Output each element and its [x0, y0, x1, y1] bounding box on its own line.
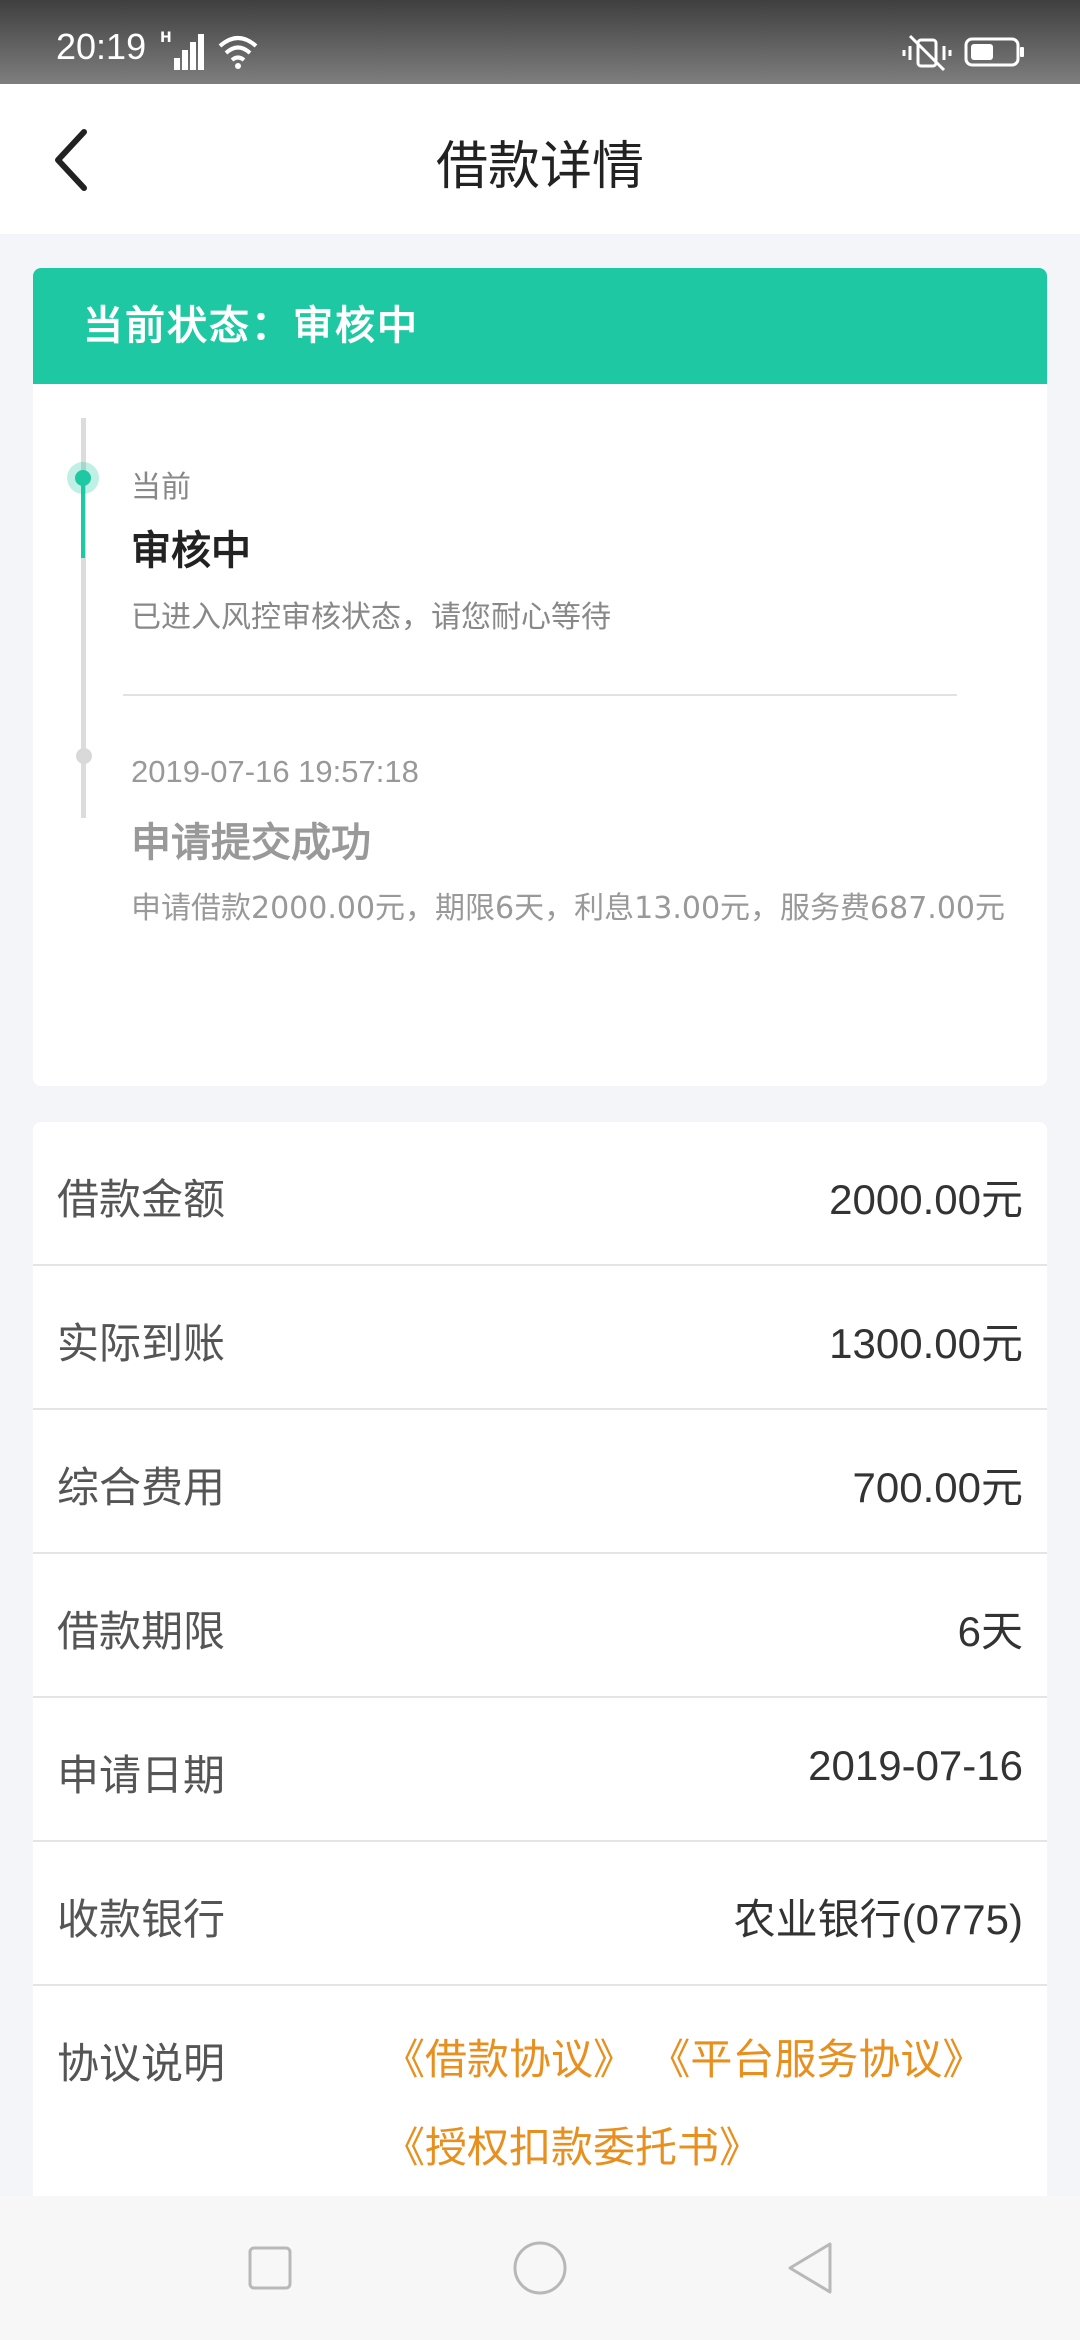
status-card: 当前状态：审核中 当前 审核中 已进入风控审核状态，请您耐心等待 2019-07… — [33, 268, 1047, 1086]
status-time: 20:19 — [56, 26, 147, 67]
wifi-icon — [218, 36, 258, 69]
circle-icon[interactable] — [510, 2238, 570, 2298]
detail-label: 借款期限 — [57, 1607, 226, 1656]
detail-value: 农业银行(0775) — [733, 1896, 1023, 1943]
detail-value: 2000.00元 — [829, 1176, 1023, 1223]
timeline-past-title: 申请提交成功 — [131, 820, 371, 866]
detail-value: 700.00元 — [852, 1464, 1023, 1511]
loan-agreement-link[interactable]: 《借款协议》 — [383, 2035, 635, 2084]
nav-bar: 借款详情 — [0, 84, 1080, 234]
agreement-links: 《借款协议》 《平台服务协议》 《授权扣款委托书》 — [383, 2016, 1023, 2192]
detail-label: 实际到账 — [57, 1319, 226, 1368]
detail-row-total-fees: 综合费用 700.00元 — [33, 1410, 1047, 1554]
platform-service-agreement-link[interactable]: 《平台服务协议》 — [648, 2035, 984, 2084]
debit-authorization-link[interactable]: 《授权扣款委托书》 — [383, 2123, 761, 2172]
detail-label: 申请日期 — [57, 1751, 226, 1800]
signal-type-label: H — [160, 30, 172, 46]
triangle-back-icon[interactable] — [780, 2238, 840, 2298]
status-bar: 20:19 H — [0, 0, 1080, 84]
detail-value: 6天 — [957, 1608, 1023, 1655]
mute-icon — [902, 34, 952, 72]
detail-row-loan-term: 借款期限 6天 — [33, 1554, 1047, 1698]
agreement-row: 协议说明 《借款协议》 《平台服务协议》 《授权扣款委托书》 — [33, 1986, 1047, 2200]
battery-icon — [964, 37, 1024, 67]
timeline-past-time: 2019-07-16 19:57:18 — [131, 754, 419, 789]
signal-icon: H — [160, 30, 206, 70]
timeline-past-desc: 申请借款2000.00元，期限6天，利息13.00元，服务费687.00元 — [131, 891, 1005, 926]
square-icon[interactable] — [240, 2238, 300, 2298]
detail-value: 1300.00元 — [829, 1320, 1023, 1367]
timeline-current-tag: 当前 — [131, 470, 191, 505]
detail-row-actual-received: 实际到账 1300.00元 — [33, 1266, 1047, 1410]
timeline-current-title: 审核中 — [131, 528, 251, 574]
agreement-label: 协议说明 — [57, 2039, 226, 2088]
detail-label: 收款银行 — [57, 1895, 226, 1944]
detail-row-receiving-bank: 收款银行 农业银行(0775) — [33, 1842, 1047, 1986]
timeline-divider — [123, 694, 957, 696]
system-nav-bar — [0, 2196, 1080, 2340]
timeline-current-desc: 已进入风控审核状态，请您耐心等待 — [131, 600, 611, 635]
detail-label: 借款金额 — [57, 1175, 226, 1224]
page-title: 借款详情 — [435, 137, 644, 197]
detail-row-apply-date: 申请日期 2019-07-16 — [33, 1698, 1047, 1842]
current-status-header: 当前状态：审核中 — [33, 268, 1047, 384]
detail-row-loan-amount: 借款金额 2000.00元 — [33, 1122, 1047, 1266]
timeline-dot-current — [67, 462, 99, 494]
loan-details-card: 借款金额 2000.00元 实际到账 1300.00元 综合费用 700.00元… — [33, 1122, 1047, 2200]
timeline-dot-past — [76, 748, 92, 764]
detail-label: 综合费用 — [57, 1463, 226, 1512]
detail-value: 2019-07-16 — [808, 1742, 1023, 1789]
